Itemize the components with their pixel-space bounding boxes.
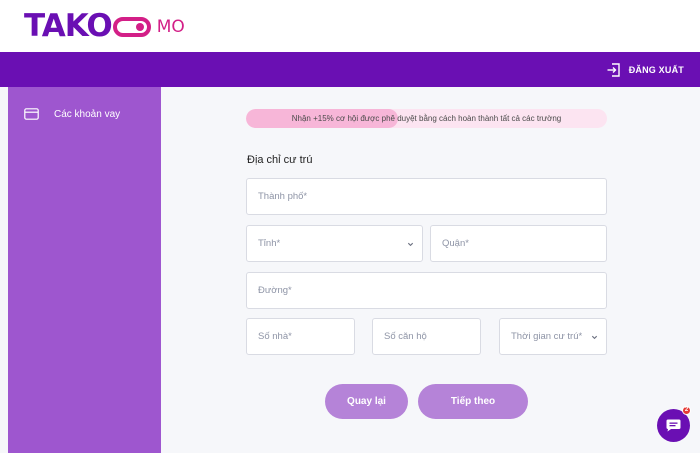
house-number-placeholder: Số nhà* bbox=[258, 331, 292, 342]
city-field[interactable]: Thành phố* bbox=[246, 178, 607, 215]
credit-card-icon bbox=[24, 108, 39, 120]
top-bar: TAKO MO bbox=[0, 0, 700, 52]
province-placeholder: Tỉnh* bbox=[258, 238, 281, 249]
logo-text: TAKO bbox=[24, 8, 113, 44]
sidebar-item-label: Các khoản vay bbox=[54, 108, 121, 120]
residence-time-placeholder: Thời gian cư trú* bbox=[511, 331, 583, 342]
section-title: Địa chỉ cư trú bbox=[247, 154, 313, 166]
logout-label: ĐĂNG XUẤT bbox=[628, 65, 684, 75]
province-select[interactable]: Tỉnh* bbox=[246, 225, 423, 262]
sidebar-item-loans[interactable]: Các khoản vay bbox=[24, 108, 120, 120]
city-placeholder: Thành phố* bbox=[258, 191, 308, 202]
logout-button[interactable]: ĐĂNG XUẤT bbox=[606, 60, 684, 80]
residence-time-select[interactable]: Thời gian cư trú* bbox=[499, 318, 607, 355]
logo[interactable]: TAKO MO bbox=[24, 10, 185, 42]
back-button[interactable]: Quay lại bbox=[325, 384, 408, 419]
chevron-down-icon bbox=[407, 242, 414, 247]
sidebar: Các khoản vay bbox=[8, 87, 161, 453]
street-placeholder: Đường* bbox=[258, 285, 292, 296]
apartment-number-field[interactable]: Số căn hộ bbox=[372, 318, 481, 355]
apartment-number-placeholder: Số căn hộ bbox=[384, 331, 427, 342]
district-field[interactable]: Quận* bbox=[430, 225, 607, 262]
chevron-down-icon bbox=[591, 335, 598, 340]
street-field[interactable]: Đường* bbox=[246, 272, 607, 309]
district-placeholder: Quận* bbox=[442, 238, 469, 249]
progress-text: Nhận +15% cơ hội được phê duyệt bằng các… bbox=[291, 114, 562, 123]
chat-notification-badge: 2 bbox=[682, 406, 691, 415]
next-button[interactable]: Tiếp theo bbox=[418, 384, 528, 419]
completion-progress-bar: Nhận +15% cơ hội được phê duyệt bằng các… bbox=[246, 109, 607, 128]
nav-bar: ĐĂNG XUẤT bbox=[0, 52, 700, 87]
chat-icon bbox=[666, 419, 681, 432]
logout-icon bbox=[607, 63, 620, 77]
logo-pill-icon bbox=[112, 17, 151, 37]
logo-suffix: MO bbox=[156, 17, 185, 37]
house-number-field[interactable]: Số nhà* bbox=[246, 318, 355, 355]
